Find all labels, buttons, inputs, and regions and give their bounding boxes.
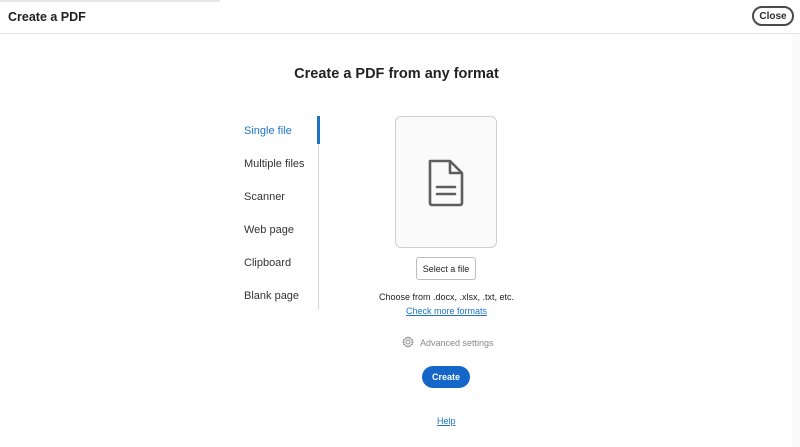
supported-formats-text: Choose from .docx, .xlsx, .txt, etc. [378,292,515,302]
nav-item-multiple-files[interactable]: Multiple files [244,158,305,170]
scrollbar[interactable] [792,34,800,447]
nav-divider [318,116,319,310]
advanced-settings[interactable]: Advanced settings [402,336,494,350]
help-link[interactable]: Help [437,416,456,426]
nav-item-web-page[interactable]: Web page [244,224,294,236]
nav-item-clipboard[interactable]: Clipboard [244,257,291,269]
select-file-button[interactable]: Select a file [416,257,476,280]
page-heading: Create a PDF from any format [294,66,499,82]
create-button[interactable]: Create [422,366,470,388]
gear-icon [402,336,414,350]
app-title: Create a PDF [8,10,86,24]
advanced-settings-label: Advanced settings [420,338,494,348]
nav-item-single-file[interactable]: Single file [244,125,292,137]
check-more-formats-link[interactable]: Check more formats [0,306,800,316]
tab-strip [0,0,220,2]
close-button[interactable]: Close [752,6,794,26]
nav-item-scanner[interactable]: Scanner [244,191,285,203]
document-icon [426,159,466,212]
title-bar: Create a PDF Close [0,0,800,34]
nav-active-indicator [317,116,320,144]
file-drop-zone[interactable] [395,116,497,248]
